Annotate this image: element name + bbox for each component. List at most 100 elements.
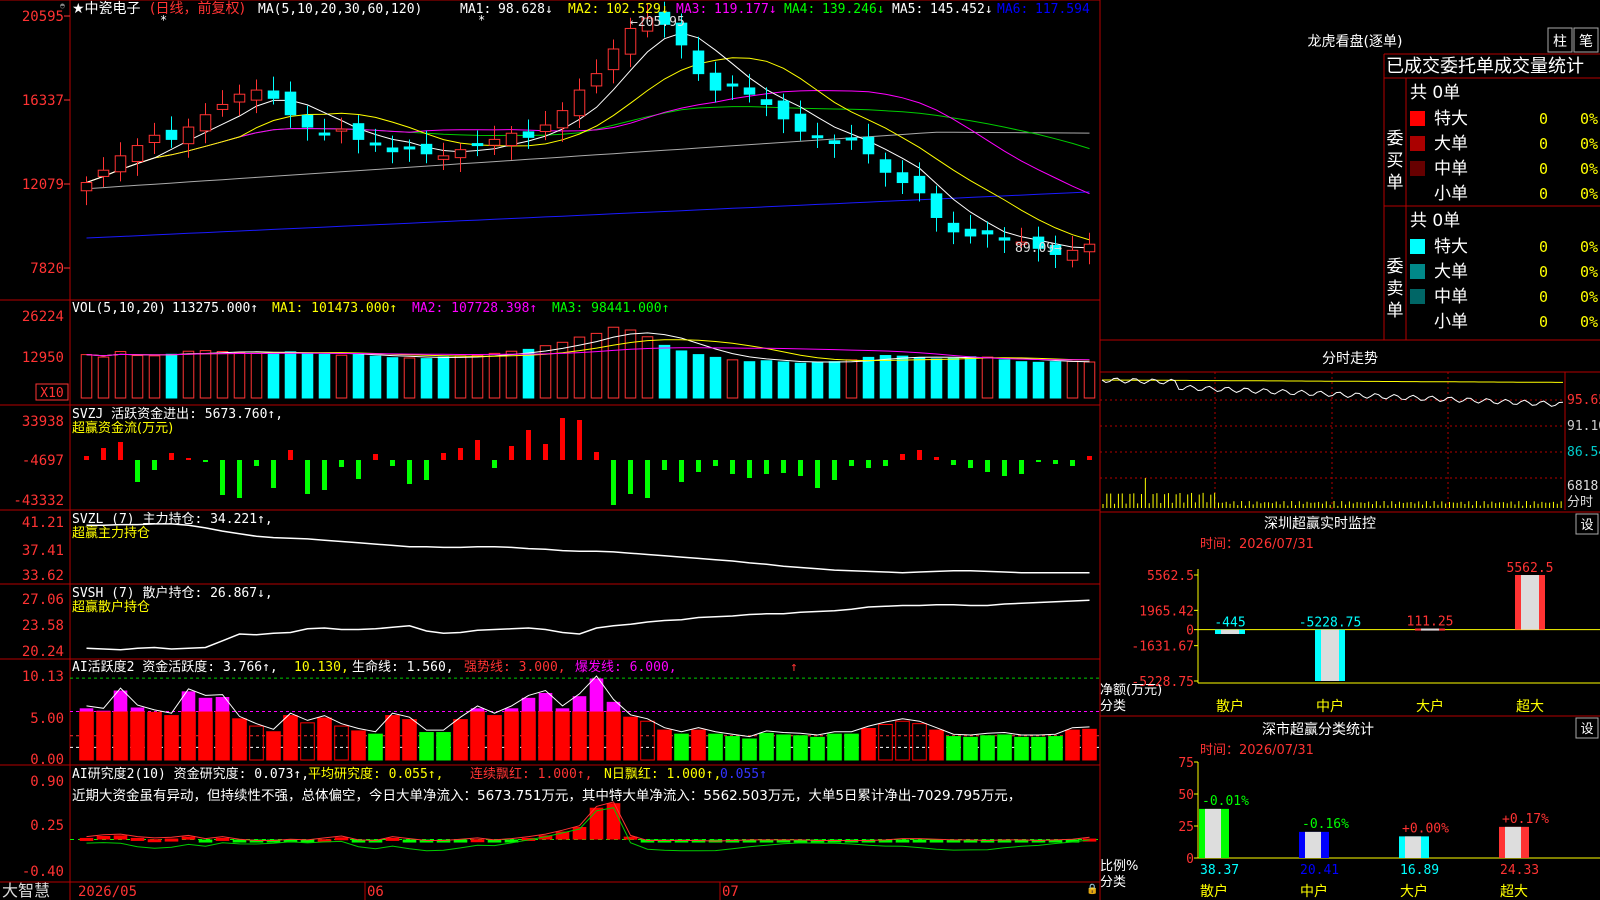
ai-research-bar <box>657 839 672 843</box>
stock-name[interactable]: ★中瓷电子 <box>72 1 141 17</box>
svzl-axis-tick: 37.41 <box>22 543 64 559</box>
ai-active-bar <box>640 720 655 761</box>
buy-total: 共 0单 <box>1410 83 1460 103</box>
volume-bar <box>641 336 654 399</box>
ai-active-bar <box>470 711 485 761</box>
svzj-bar <box>441 453 446 460</box>
volume-bar <box>947 357 960 399</box>
candle <box>590 73 603 87</box>
candle <box>879 159 892 173</box>
volume-bar <box>624 329 637 399</box>
volume-bar <box>148 355 161 399</box>
svsh-subtitle: 超赢散户持仓 <box>72 599 150 615</box>
ai-research-consec-red: 连续飘红: 1.000↑, <box>470 766 592 782</box>
buy-row-name: 大单 <box>1434 134 1468 154</box>
ai-active-bar <box>878 723 893 761</box>
buy-row-swatch <box>1410 186 1425 201</box>
cls-category-label: 超大 <box>1500 884 1528 900</box>
candle <box>573 89 586 117</box>
svzj-bar <box>237 460 242 498</box>
intraday-vol-tick: 6818 <box>1567 479 1598 494</box>
candle <box>420 143 433 155</box>
volume-bar <box>437 356 450 399</box>
ai-active-bar <box>912 723 927 761</box>
volume-bar <box>250 352 263 399</box>
candle <box>437 155 450 160</box>
svzj-bar <box>271 460 276 488</box>
buy-side-label: 买 <box>1387 151 1404 171</box>
date-axis-tick: 2026/05 <box>78 884 137 900</box>
sell-row-pct: 0% <box>1580 313 1598 331</box>
volume-bar <box>471 354 484 399</box>
sz-xlabel: 分类 <box>1100 699 1126 714</box>
sz-category-label: 中户 <box>1316 698 1344 715</box>
ai-active-bar <box>589 711 604 761</box>
ai-research-red-line <box>86 801 1090 842</box>
sz-time: 时间：2026/07/31 <box>1200 537 1314 552</box>
buy-row-pct: 0% <box>1580 185 1598 203</box>
svzj-bar <box>968 460 973 468</box>
svzj-bar <box>934 457 939 460</box>
cls-bar-value: 24.33 <box>1500 863 1539 878</box>
ma-readout-value: 145.452↓ <box>930 2 993 17</box>
svzj-bar <box>594 452 599 460</box>
sell-row-swatch <box>1410 289 1425 304</box>
sell-row-pct: 0% <box>1580 263 1598 281</box>
sell-row-count: 0 <box>1539 263 1548 281</box>
volume-bar <box>318 353 331 399</box>
svzl-header: SVZL (7) 主力持仓: 34.221↑, <box>72 512 273 527</box>
svzj-bar <box>713 460 718 466</box>
svzj-bar <box>866 460 871 468</box>
candle <box>284 91 297 116</box>
candle <box>811 135 824 139</box>
ai-active-bar <box>96 711 111 761</box>
ai-research-axis-tick: 0.25 <box>30 818 64 834</box>
ai-active-bar <box>1031 736 1046 761</box>
svzj-bar <box>135 460 140 482</box>
ma-readout-label: MA3: <box>676 2 707 17</box>
candle <box>930 193 943 218</box>
ai-active-bar <box>419 732 434 761</box>
svzj-bar <box>1002 460 1007 476</box>
buy-row-count: 0 <box>1539 185 1548 203</box>
ai-active-bar <box>266 731 281 761</box>
ai-research-bar <box>929 839 944 843</box>
marker-star: * <box>160 13 167 27</box>
cls-settings-label: 设 <box>1580 722 1593 737</box>
sell-total: 共 0单 <box>1410 211 1460 231</box>
cls-bar-highlight <box>1405 836 1421 858</box>
candle <box>709 72 722 91</box>
svzj-bar <box>424 460 429 480</box>
ai-active-bar <box>572 711 587 761</box>
price-low-label: 89.09→ <box>1015 241 1062 256</box>
buy-row-count: 0 <box>1539 110 1548 128</box>
sz-category-label: 散户 <box>1216 698 1244 715</box>
lhb-title: 龙虎看盘(逐单) <box>1308 33 1403 50</box>
ai-active-strongline: 强势线: 3.000, <box>464 659 566 675</box>
cls-xlabel: 分类 <box>1100 875 1126 890</box>
cls-stat-title: 深市超赢分类统计 <box>1262 721 1374 738</box>
candle <box>335 128 348 132</box>
volume-bar <box>131 355 144 399</box>
candle <box>369 142 382 146</box>
volume-bar <box>522 348 535 399</box>
sell-row-name: 小单 <box>1434 312 1468 332</box>
svzj-bar <box>560 418 565 460</box>
volume-axis-tick: 26224 <box>22 309 64 325</box>
candle <box>471 143 484 147</box>
cls-bar-value: 16.89 <box>1400 863 1439 878</box>
volume-bar <box>488 352 501 399</box>
volume-bar <box>913 357 926 399</box>
volume-bar <box>1032 361 1045 399</box>
sell-row-name: 中单 <box>1434 287 1468 307</box>
svzj-bar <box>322 460 327 490</box>
ai-active-bar <box>283 715 298 761</box>
candle <box>964 228 977 237</box>
sell-row-swatch <box>1410 264 1425 279</box>
svzl-axis-tick: 41.21 <box>22 515 64 531</box>
intraday-axis-tick: 86.54 <box>1567 445 1600 460</box>
svzj-bar <box>1019 460 1024 474</box>
ai-active-bar <box>844 733 859 761</box>
cls-bar-highlight <box>1305 831 1321 858</box>
sz-category-label: 大户 <box>1416 698 1444 715</box>
